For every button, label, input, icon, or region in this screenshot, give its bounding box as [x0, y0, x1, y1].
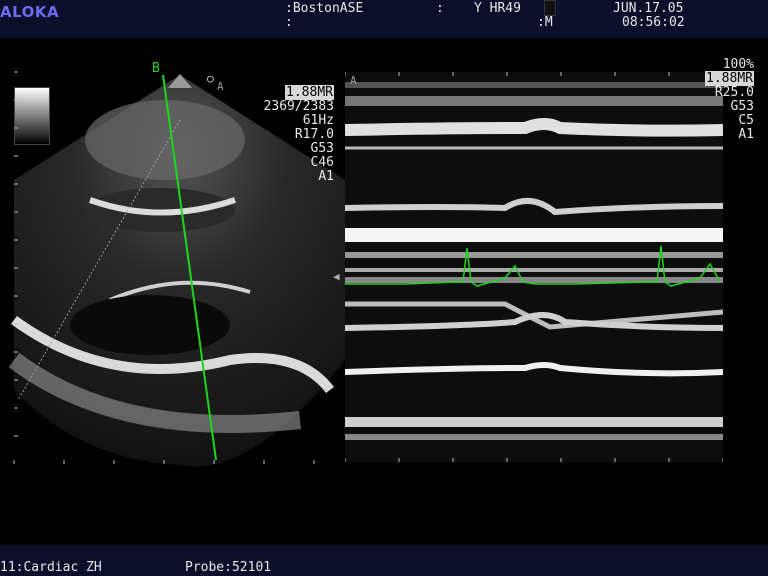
- date: JUN.17.05: [613, 1, 684, 16]
- param-depth-right: 1.88MR: [705, 71, 754, 86]
- marker-b: B: [152, 61, 160, 76]
- param-contrast-right: C5: [738, 113, 754, 128]
- site-name: :BostonASE: [285, 1, 364, 16]
- marker-a-right: A: [350, 74, 357, 87]
- param-pct: 100%: [722, 57, 754, 72]
- hr-indicator-box: [544, 0, 556, 16]
- param-a-right: A1: [738, 127, 754, 142]
- probe-label: Probe:52101: [185, 560, 272, 575]
- footer-bar: [0, 545, 768, 576]
- mode-label: :M: [537, 15, 553, 30]
- ecg-marker-icon: ◀: [333, 270, 340, 283]
- param-depth-left: 1.88MR: [285, 85, 334, 100]
- param-gain-right: G53: [730, 99, 754, 114]
- time: 08:56:02: [622, 15, 685, 30]
- param-frame: 2369/2383: [263, 99, 334, 114]
- upper-wall: [85, 100, 245, 180]
- param-contrast-left: C46: [310, 155, 334, 170]
- param-a-left: A1: [318, 169, 334, 184]
- site-line2: :: [285, 15, 293, 30]
- focus-marker-icon: ○: [207, 72, 214, 85]
- header-separator: :: [436, 1, 444, 16]
- marker-a-left: A: [217, 80, 224, 93]
- heart-rate: Y HR49: [474, 1, 521, 16]
- preset-label: 11:Cardiac ZH: [0, 560, 102, 575]
- brand-logo: ALOKA: [0, 3, 60, 21]
- param-range-left: R17.0: [294, 127, 334, 142]
- param-freq: 61Hz: [302, 113, 334, 128]
- param-range-right: R25.0: [714, 85, 754, 100]
- ventricle-cavity: [70, 295, 230, 355]
- bottom-ticks: [13, 460, 315, 464]
- param-gain-left: G53: [310, 141, 334, 156]
